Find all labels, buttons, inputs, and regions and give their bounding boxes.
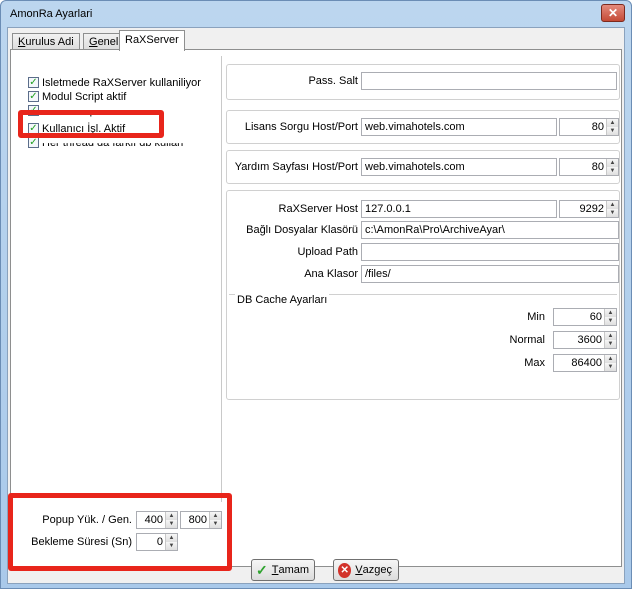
client-area: Kurulus Adi Genel RaXServer ✓ Isletmede … [7, 27, 625, 584]
bagli-dosyalar-input[interactable]: c:\AmonRa\Pro\ArchiveAyar\ [361, 221, 619, 239]
title-bar[interactable]: AmonRa Ayarlari ✕ [1, 1, 631, 27]
spin-up-icon[interactable]: ▲ [607, 201, 618, 209]
checkbox[interactable]: ✓ [28, 77, 39, 88]
upload-path-input[interactable] [361, 243, 619, 261]
lisans-host-port-label: Lisans Sorgu Host/Port [244, 121, 358, 133]
spin-down-icon[interactable]: ▼ [607, 167, 618, 175]
ok-button[interactable]: ✓ Tamam [251, 559, 315, 581]
raxserver-tab-panel: ✓ Isletmede RaXServer kullaniliyor ✓ Mod… [8, 49, 622, 571]
upload-path-label: Upload Path [297, 246, 358, 258]
spin-down-icon[interactable]: ▼ [607, 127, 618, 135]
ana-klasor-label: Ana Klasor [304, 268, 358, 280]
highlight-box-popup [8, 493, 232, 571]
group-yardim: Yardım Sayfası Host/Port web.vimahotels.… [226, 150, 620, 184]
option-label: Her thread da farklı db kullan [42, 136, 184, 149]
option-modul-script[interactable]: ✓ Modul Script aktif [28, 90, 126, 103]
spin-down-icon[interactable]: ▼ [607, 209, 618, 217]
normal-label: Normal [509, 334, 545, 346]
bagli-dosyalar-label: Bağlı Dosyalar Klasörü [246, 224, 358, 236]
spin-up-icon[interactable]: ▲ [605, 309, 616, 317]
group-lisans: Lisans Sorgu Host/Port web.vimahotels.co… [226, 110, 620, 144]
checkbox[interactable]: ✓ [28, 91, 39, 102]
group-raxserver: RaXServer Host 127.0.0.1 9292 ▲ ▼ Bağlı D… [226, 190, 620, 400]
highlight-box-option [18, 110, 164, 138]
raxserver-host-input[interactable]: 127.0.0.1 [361, 200, 557, 218]
checkmark-icon: ✓ [256, 561, 268, 578]
spin-up-icon[interactable]: ▲ [607, 119, 618, 127]
max-label: Max [524, 357, 545, 369]
cancel-icon: ✕ [338, 562, 352, 578]
option-label: Isletmede RaXServer kullaniliyor [42, 76, 201, 89]
spin-down-icon[interactable]: ▼ [605, 340, 616, 348]
spin-down-icon[interactable]: ▼ [605, 363, 616, 371]
min-label: Min [527, 311, 545, 323]
yardim-host-input[interactable]: web.vimahotels.com [361, 158, 557, 176]
checkbox[interactable]: ✓ [28, 137, 39, 148]
option-label: Modul Script aktif [42, 90, 127, 103]
spin-up-icon[interactable]: ▲ [607, 159, 618, 167]
db-cache-title: DB Cache Ayarları [235, 294, 330, 306]
cancel-button[interactable]: ✕ Vazgeç [333, 559, 399, 581]
tab-raxserver[interactable]: RaXServer [119, 30, 185, 51]
close-button[interactable]: ✕ [601, 4, 625, 22]
dialog-footer: ✓ Tamam ✕ Vazgeç [8, 559, 624, 584]
pass-salt-input[interactable] [361, 72, 617, 90]
group-db-cache: DB Cache Ayarları Min 60 ▲ ▼ Normal 3600 … [229, 294, 617, 398]
options-panel: ✓ Isletmede RaXServer kullaniliyor ✓ Mod… [16, 56, 222, 562]
db-cache-min-spinner[interactable]: 60 ▲ ▼ [553, 308, 617, 326]
settings-panel: Pass. Salt Lisans Sorgu Host/Port web.vi… [226, 56, 620, 562]
group-pass-salt: Pass. Salt [226, 64, 620, 100]
pass-salt-label: Pass. Salt [308, 75, 358, 87]
ana-klasor-input[interactable]: /files/ [361, 265, 619, 283]
lisans-port-spinner[interactable]: 80 ▲ ▼ [559, 118, 619, 136]
spin-up-icon[interactable]: ▲ [605, 332, 616, 340]
tab-kurulus-adi[interactable]: Kurulus Adi [12, 33, 80, 50]
db-cache-max-spinner[interactable]: 86400 ▲ ▼ [553, 354, 617, 372]
raxserver-port-spinner[interactable]: 9292 ▲ ▼ [559, 200, 619, 218]
option-isletmede-raxserver[interactable]: ✓ Isletmede RaXServer kullaniliyor [28, 76, 201, 89]
lisans-host-input[interactable]: web.vimahotels.com [361, 118, 557, 136]
spin-up-icon[interactable]: ▲ [605, 355, 616, 363]
yardim-port-spinner[interactable]: 80 ▲ ▼ [559, 158, 619, 176]
spin-down-icon[interactable]: ▼ [605, 317, 616, 325]
yardim-host-port-label: Yardım Sayfası Host/Port [234, 161, 358, 173]
window-title: AmonRa Ayarlari [10, 8, 93, 20]
settings-window: AmonRa Ayarlari ✕ Kurulus Adi Genel RaXS… [0, 0, 632, 589]
db-cache-normal-spinner[interactable]: 3600 ▲ ▼ [553, 331, 617, 349]
raxserver-host-label: RaXServer Host [278, 203, 358, 215]
